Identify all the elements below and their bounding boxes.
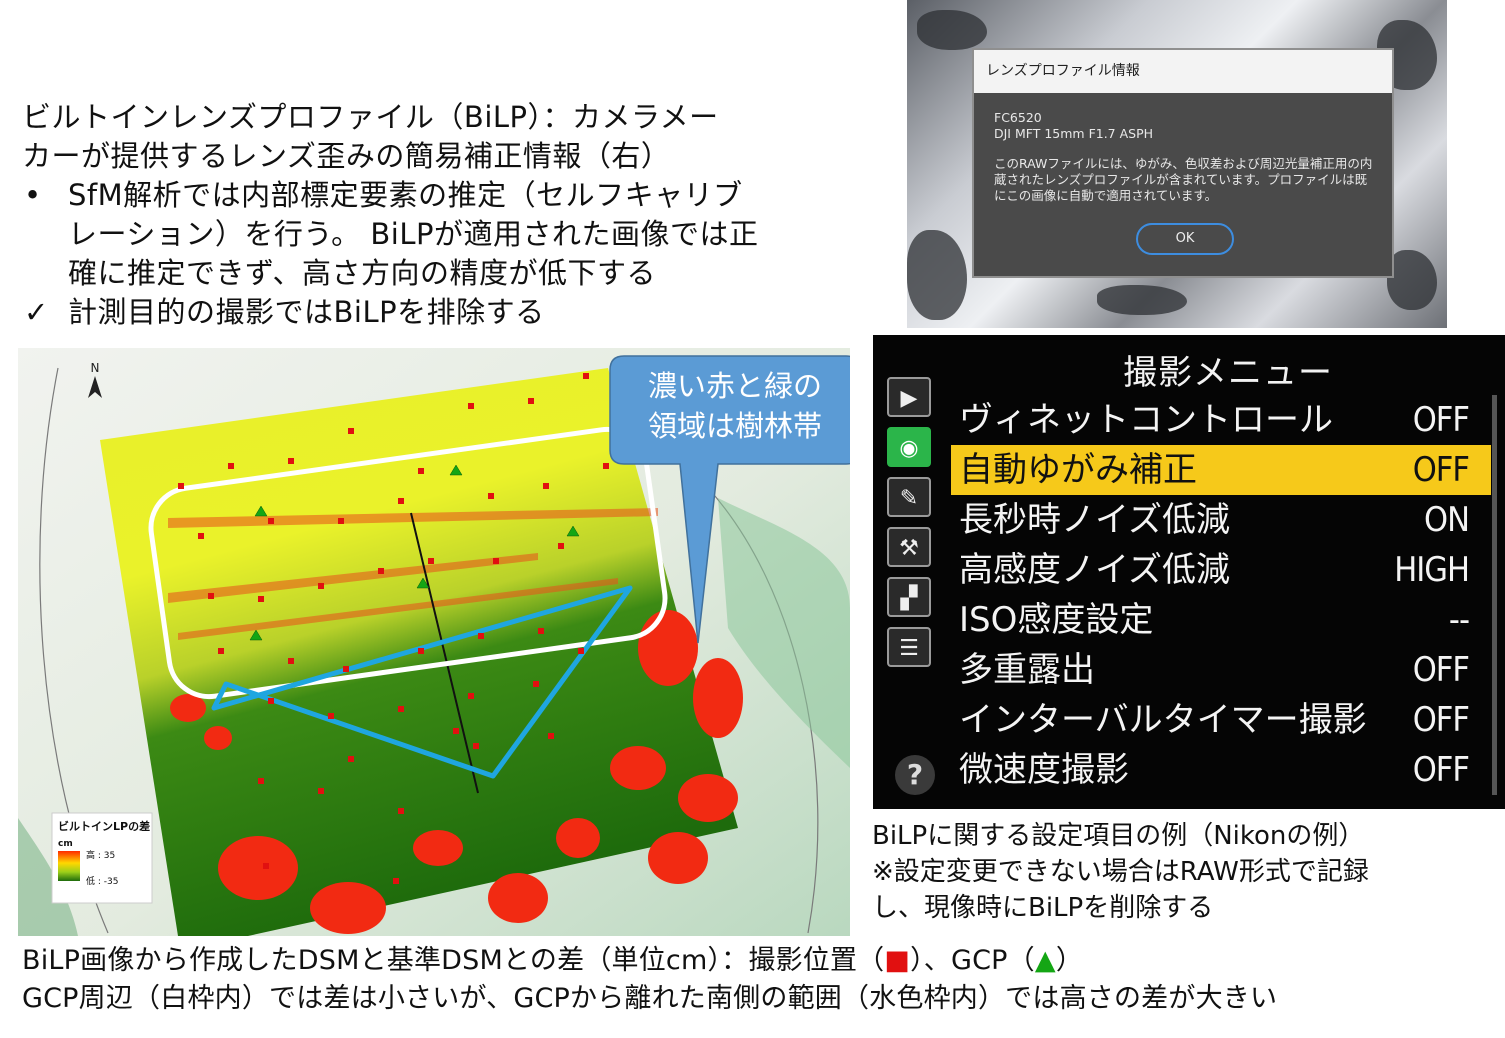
bullet-line-3: 確に推定できず、高さ方向の精度が低下する [68,256,656,290]
lens-profile-dialog: レンズプロファイル情報 FC6520 DJI MFT 15mm F1.7 ASP… [972,48,1394,278]
menu-item-value: OFF [1412,450,1470,490]
menu-caption-line-1: BiLPに関する設定項目の例（Nikonの例） [872,821,1365,851]
menu-item-long-exposure-nr[interactable]: 長秒時ノイズ低減 ON [951,495,1491,545]
menu-item-interval-timer[interactable]: インターバルタイマー撮影 OFF [951,695,1491,745]
camera-menu-photo: 撮影メニュー ▶ ◉ ✎ ⚒ ▞ ☰ ? ヴィネットコントロール OFF 自動ゆ… [873,335,1505,809]
bullet-line-1: SfM解析では内部標定要素の推定（セルフキャリブ [68,178,743,212]
menu-item-multiple-exposure[interactable]: 多重露出 OFF [951,645,1491,695]
intro-text: ビルトインレンズプロファイル（BiLP）：カメラメー カーが提供するレンズ歪みの… [22,98,862,332]
menu-item-label: ISO感度設定 [959,600,1154,640]
camera-icon[interactable]: ◉ [887,427,931,467]
legend-gradient [58,851,80,881]
bullet-item: • SfM解析では内部標定要素の推定（セルフキャリブ [22,176,862,215]
retouch-icon[interactable]: ▞ [887,577,931,617]
menu-item-label: 微速度撮影 [959,750,1129,790]
menu-item-auto-distortion[interactable]: 自動ゆがみ補正 OFF [951,445,1491,495]
menu-sidebar: ▶ ◉ ✎ ⚒ ▞ ☰ [887,377,939,677]
intro-line-2: カーが提供するレンズ歪みの簡易補正情報（右） [22,139,671,173]
legend-title: ビルトインLPの差 [58,819,150,833]
photo-shadow [1387,250,1437,310]
bullet-mark: • [24,178,42,212]
menu-item-iso[interactable]: ISO感度設定 -- [951,595,1491,645]
menu-item-label: インターバルタイマー撮影 [959,700,1367,740]
menu-item-time-lapse[interactable]: 微速度撮影 OFF [951,745,1491,795]
bottom-line-1-c: ） [1055,945,1084,976]
bottom-line-1-b: ）、GCP（ [910,945,1035,976]
red-square-icon: ■ [884,945,911,976]
bottom-line-1: BiLP画像から作成したDSMと基準DSMとの差（単位cm）：撮影位置（■）、G… [22,942,1492,980]
help-icon[interactable]: ? [895,755,935,795]
menu-item-value: OFF [1412,750,1470,790]
menu-item-value: OFF [1412,650,1470,690]
callout-line-2: 領域は樹林帯 [648,409,822,443]
dialog-body: FC6520 DJI MFT 15mm F1.7 ASPH このRAWファイルに… [994,110,1374,218]
menu-item-high-iso-nr[interactable]: 高感度ノイズ低減 HIGH [951,545,1491,595]
bottom-line-2: GCP周辺（白枠内）では差は小さいが、GCPから離れた南側の範囲（水色枠内）では… [22,983,1278,1014]
legend-unit: cm [58,839,73,849]
lens-profile-photo: レンズプロファイル情報 FC6520 DJI MFT 15mm F1.7 ASP… [907,0,1447,328]
green-triangle-icon: ▲ [1034,945,1056,976]
photo-shadow [917,10,987,50]
menu-item-value: OFF [1412,700,1470,740]
playback-icon[interactable]: ▶ [887,377,931,417]
wrench-icon[interactable]: ⚒ [887,527,931,567]
menu-item-value: ON [1424,500,1470,540]
dialog-title: レンズプロファイル情報 [974,50,1392,93]
bottom-caption: BiLP画像から作成したDSMと基準DSMとの差（単位cm）：撮影位置（■）、G… [22,942,1492,1018]
pencil-icon[interactable]: ✎ [887,477,931,517]
ok-button[interactable]: OK [1136,223,1234,255]
menu-item-value: HIGH [1394,550,1470,590]
legend-low: 低 : -35 [86,875,118,887]
menu-caption-line-3: し、現像時にBiLPを削除する [872,893,1214,923]
menu-list: ヴィネットコントロール OFF 自動ゆがみ補正 OFF 長秒時ノイズ低減 ON … [951,395,1491,795]
check-mark-icon: ✓ [24,295,49,329]
dialog-lens: DJI MFT 15mm F1.7 ASPH [994,126,1154,141]
menu-item-value: -- [1448,600,1470,640]
menu-title: 撮影メニュー [1123,353,1333,393]
bullet-line-2: レーション）を行う。 BiLPが適用された画像では正 [68,217,759,251]
my-menu-icon[interactable]: ☰ [887,627,931,667]
north-label: N [91,361,100,375]
check-line: 計測目的の撮影ではBiLPを排除する [68,295,545,329]
menu-item-value: OFF [1412,400,1470,440]
check-item: ✓ 計測目的の撮影ではBiLPを排除する [22,293,862,332]
menu-item-label: 高感度ノイズ低減 [959,550,1230,590]
map-svg: N 濃い赤と緑の 領域は樹林帯 ビルトインLPの差 cm 高: 35 低: … [18,348,850,936]
photo-shadow [1097,285,1187,315]
photo-shadow [907,230,967,320]
menu-item-vignette[interactable]: ヴィネットコントロール OFF [951,395,1491,445]
legend-high: 高 : 35 [86,849,115,861]
menu-item-label: 自動ゆがみ補正 [959,450,1197,490]
bottom-line-1-a: BiLP画像から作成したDSMと基準DSMとの差（単位cm）：撮影位置（ [22,945,885,976]
callout-line-1: 濃い赤と緑の [648,369,822,403]
dialog-message: このRAWファイルには、ゆがみ、色収差および周辺光量補正用の内蔵されたレンズプロ… [994,156,1373,203]
dsm-difference-map: N 濃い赤と緑の 領域は樹林帯 ビルトインLPの差 cm 高: 35 低: … [18,348,850,936]
intro-line-1: ビルトインレンズプロファイル（BiLP）：カメラメー [22,100,719,134]
menu-item-label: 長秒時ノイズ低減 [959,500,1230,540]
menu-caption-line-2: ※設定変更できない場合はRAW形式で記録 [872,857,1369,887]
menu-caption: BiLPに関する設定項目の例（Nikonの例） ※設定変更できない場合はRAW形… [872,818,1502,926]
menu-item-label: ヴィネットコントロール [959,400,1333,440]
menu-item-label: 多重露出 [959,650,1095,690]
dialog-model: FC6520 [994,110,1042,125]
menu-scrollbar[interactable] [1492,395,1497,795]
